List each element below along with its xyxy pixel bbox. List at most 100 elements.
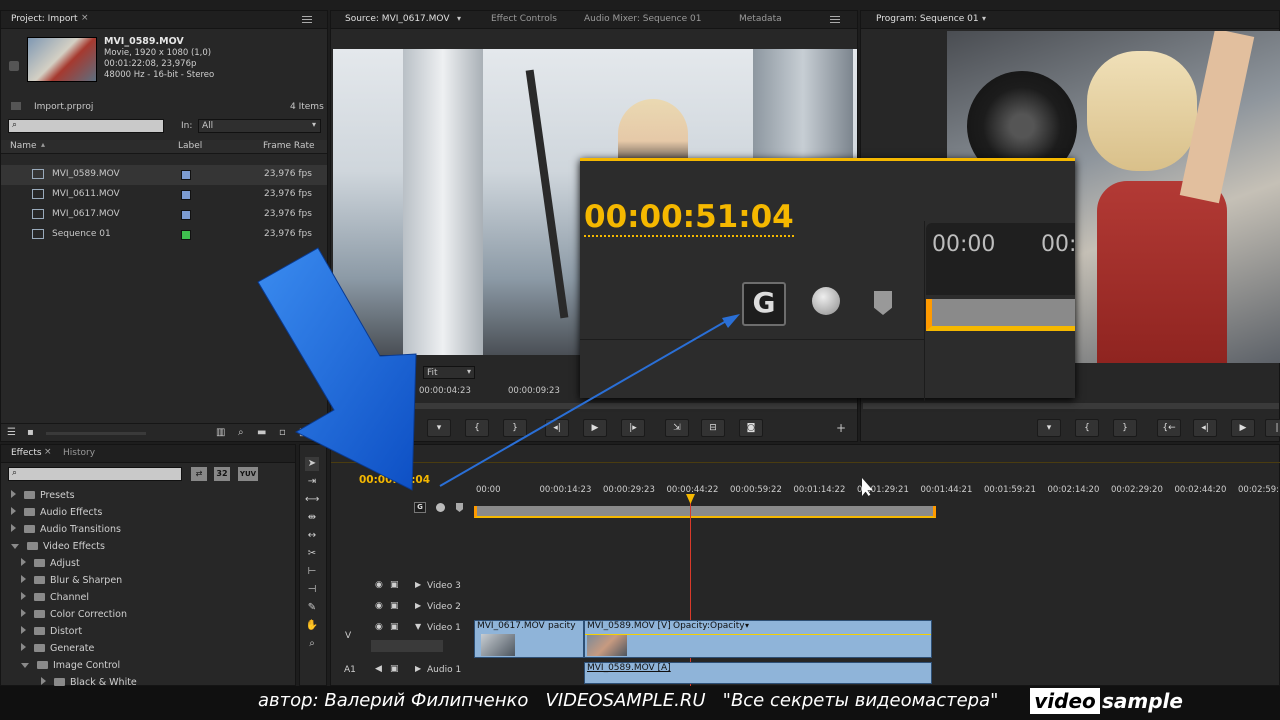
effects-tree-item[interactable]: Blur & Sharpen (21, 575, 122, 586)
collapse-icon[interactable]: ▼ (415, 622, 421, 631)
pen-tool-icon[interactable]: ✎ (305, 601, 319, 615)
expand-icon[interactable] (11, 524, 16, 532)
label-swatch[interactable] (181, 190, 191, 200)
effects-tree-item[interactable]: Generate (21, 643, 94, 654)
add-marker-button[interactable]: ▾ (1037, 419, 1061, 437)
go-to-in-button[interactable]: {← (1157, 419, 1181, 437)
rolling-edit-tool-icon[interactable]: ⇹ (305, 511, 319, 525)
clip-mvi-0589-video[interactable]: MVI_0589.MOV [V] Opacity:Opacity ▾ (584, 620, 932, 658)
mark-out-button[interactable]: } (503, 419, 527, 437)
program-scrub-bar[interactable] (863, 403, 1279, 409)
automate-icon[interactable]: ▥ (216, 427, 225, 438)
add-marker-button[interactable]: ▾ (427, 419, 451, 437)
step-forward-button[interactable]: |▸ (621, 419, 645, 437)
play-button[interactable]: ▶ (583, 419, 607, 437)
lock-icon[interactable]: ▣ (390, 580, 399, 590)
export-frame-button[interactable]: ◙ (739, 419, 763, 437)
effects-tree-item[interactable]: Distort (21, 626, 82, 637)
tab-audio-mixer[interactable]: Audio Mixer: Sequence 01 (584, 14, 701, 24)
expand-icon[interactable] (21, 609, 26, 617)
step-back-button[interactable]: ◂| (545, 419, 569, 437)
zoom-work-area[interactable] (926, 299, 1075, 331)
work-area-bar[interactable] (474, 506, 936, 518)
tab-project[interactable]: Project: Import (11, 14, 78, 24)
expand-icon[interactable] (11, 490, 16, 498)
chevron-down-icon[interactable]: ▾ (745, 621, 749, 630)
eye-icon[interactable]: ◉ (375, 622, 383, 632)
set-encore-marker-icon[interactable] (812, 287, 840, 315)
expand-icon[interactable] (21, 575, 26, 583)
tab-source[interactable]: Source: MVI_0617.MOV (345, 14, 450, 24)
track-target-v[interactable]: V (345, 631, 351, 641)
tab-effects[interactable]: Effects (11, 448, 42, 458)
source-scrub-bar[interactable] (333, 403, 857, 409)
overwrite-button[interactable]: ⊟ (701, 419, 725, 437)
close-icon[interactable]: × (44, 447, 52, 457)
effects-search-input[interactable]: ⌕ (8, 467, 182, 481)
snap-button[interactable]: G (414, 502, 426, 513)
expand-icon[interactable] (21, 592, 26, 600)
label-swatch[interactable] (181, 170, 191, 180)
play-thumbnail-icon[interactable] (9, 61, 19, 71)
effects-tree-item[interactable]: Adjust (21, 558, 80, 569)
tab-effect-controls[interactable]: Effect Controls (491, 14, 557, 24)
hand-tool-icon[interactable]: ✋ (305, 619, 319, 633)
effects-tree-item[interactable]: Video Effects (11, 541, 105, 552)
project-item-row[interactable]: MVI_0611.MOV 23,976 fps (1, 185, 327, 205)
speaker-icon[interactable]: ◀ (375, 664, 382, 674)
label-swatch[interactable] (181, 210, 191, 220)
expand-icon[interactable] (21, 626, 26, 634)
chevron-down-icon[interactable]: ▾ (982, 14, 986, 23)
timeline-timecode[interactable]: 00:00:51:04 (359, 474, 430, 486)
slip-tool-icon[interactable]: ⊢ (305, 565, 319, 579)
chevron-down-icon[interactable]: ▾ (457, 14, 461, 23)
mark-out-button[interactable]: } (1113, 419, 1137, 437)
eye-icon[interactable]: ◉ (375, 580, 383, 590)
panel-menu-icon[interactable] (302, 16, 312, 23)
zoom-tool-icon[interactable]: ⌕ (305, 637, 319, 651)
clip-opacity[interactable]: Opacity:Opacity (673, 621, 745, 631)
effects-tree-item[interactable]: Image Control (21, 660, 120, 671)
project-item-row[interactable]: Sequence 01 23,976 fps (1, 225, 327, 245)
expand-icon[interactable] (41, 677, 46, 685)
new-bin-icon[interactable]: ▬ (257, 427, 266, 438)
snap-icon[interactable]: G (742, 282, 786, 326)
expand-icon[interactable]: ▶ (415, 601, 421, 610)
expand-icon[interactable] (21, 558, 26, 566)
find-icon[interactable]: ⌕ (238, 427, 244, 438)
mark-in-button[interactable]: { (1075, 419, 1099, 437)
project-item-row[interactable]: MVI_0589.MOV 23,976 fps (1, 165, 327, 185)
project-item-row[interactable]: MVI_0617.MOV 23,976 fps (1, 205, 327, 225)
selection-tool-icon[interactable]: ➤ (305, 457, 319, 471)
set-marker-icon[interactable] (436, 503, 445, 512)
close-icon[interactable]: × (81, 13, 89, 23)
accelerated-effects-badge[interactable]: ⇄ (191, 467, 207, 481)
step-forward-button[interactable]: | (1265, 419, 1280, 437)
col-name[interactable]: Name (10, 141, 37, 151)
zoom-slider[interactable] (46, 432, 146, 435)
label-swatch[interactable] (181, 230, 191, 240)
rate-stretch-tool-icon[interactable]: ↔ (305, 529, 319, 543)
track-select-tool-icon[interactable]: ⇥ (305, 475, 319, 489)
col-label[interactable]: Label (178, 141, 202, 151)
step-back-button[interactable]: ◂| (1193, 419, 1217, 437)
collapse-icon[interactable] (11, 544, 19, 549)
yuv-effects-badge[interactable]: YUV (238, 467, 258, 481)
new-item-icon[interactable]: ▫ (279, 427, 286, 438)
trash-icon[interactable]: ▯ (299, 427, 305, 438)
clip-mvi-0589-audio[interactable]: MVI_0589.MOV [A] (584, 662, 932, 684)
keyframe-toggle[interactable] (371, 640, 443, 652)
effects-tree-item[interactable]: Presets (11, 490, 75, 501)
effects-tree-item[interactable]: Channel (21, 592, 89, 603)
expand-icon[interactable]: ▶ (415, 664, 421, 673)
expand-icon[interactable] (21, 643, 26, 651)
effects-tree-item[interactable]: Audio Transitions (11, 524, 121, 535)
ripple-edit-tool-icon[interactable]: ⟷ (305, 493, 319, 507)
collapse-icon[interactable] (21, 663, 29, 668)
tab-metadata[interactable]: Metadata (739, 14, 782, 24)
list-view-icon[interactable]: ☰ (7, 427, 16, 438)
in-select[interactable]: All ▾ (198, 119, 321, 133)
lock-icon[interactable]: ▣ (390, 664, 399, 674)
clip-mvi-0617[interactable]: MVI_0617.MOV pacity (474, 620, 584, 658)
fit-select[interactable]: Fit ▾ (423, 366, 475, 379)
